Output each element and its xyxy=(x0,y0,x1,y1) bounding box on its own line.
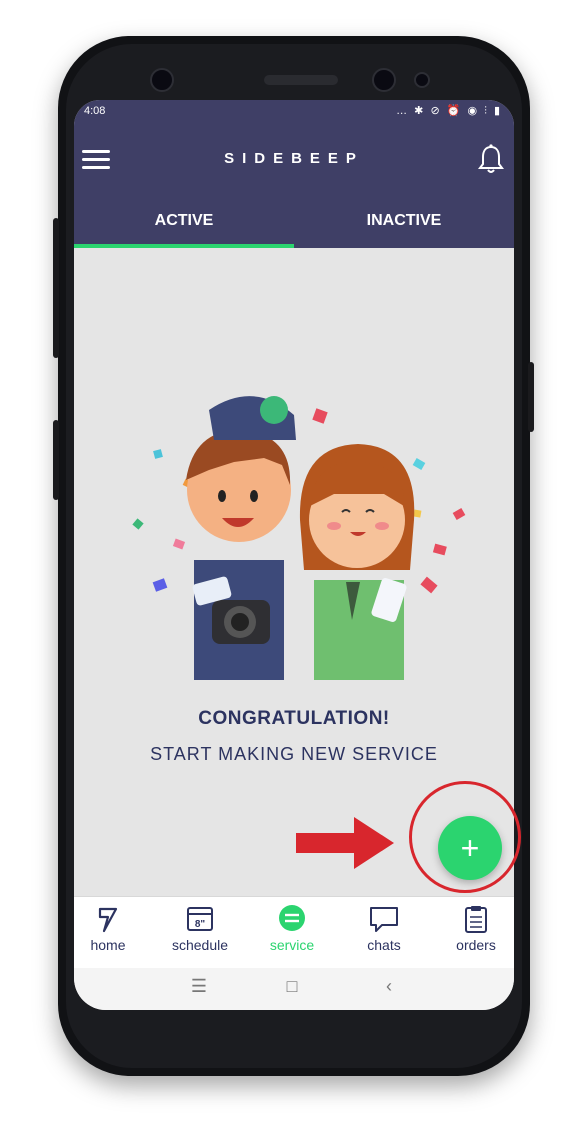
status-time: 4:08 xyxy=(84,105,106,117)
bottom-navigation: home 8" schedule service chats orders xyxy=(74,896,514,969)
nav-schedule-label: schedule xyxy=(171,937,229,953)
home-square-icon[interactable]: □ xyxy=(277,976,307,1000)
iris-sensor-icon xyxy=(414,72,430,88)
tab-inactive[interactable]: INACTIVE xyxy=(294,212,514,230)
bell-icon[interactable] xyxy=(478,144,504,174)
highlight-circle-annotation xyxy=(409,781,521,893)
bixby-button xyxy=(53,420,59,500)
active-tab-indicator xyxy=(74,244,294,248)
nav-service[interactable]: service xyxy=(248,905,336,953)
earpiece-speaker xyxy=(264,75,338,85)
tab-active[interactable]: ACTIVE xyxy=(74,212,294,230)
nav-home[interactable]: home xyxy=(74,905,152,953)
status-bar: 4:08 … ✱ ⊘ ⏰ ◉ ⫶ ▮ xyxy=(74,100,514,124)
front-camera-icon xyxy=(372,68,396,92)
sidebeep-logo-icon xyxy=(98,907,118,933)
nav-service-label: service xyxy=(269,937,315,953)
sensor-icon xyxy=(150,68,174,92)
recents-icon[interactable]: ☰ xyxy=(184,976,214,1000)
empty-state-title: CONGRATULATION! xyxy=(198,708,390,729)
chat-bubble-icon xyxy=(370,907,398,932)
back-icon[interactable]: ‹ xyxy=(374,976,404,1000)
nav-orders[interactable]: orders xyxy=(432,905,514,953)
app-title: SIDEBEEP xyxy=(224,150,364,167)
calendar-day-text: 8" xyxy=(195,919,206,930)
service-icon xyxy=(279,905,305,931)
app-header: SIDEBEEP ACTIVE INACTIVE xyxy=(74,124,514,248)
red-arrow-annotation xyxy=(296,817,394,869)
nav-schedule[interactable]: 8" schedule xyxy=(156,905,244,953)
nav-chats-label: chats xyxy=(367,937,401,953)
empty-state-subtitle: START MAKING NEW SERVICE xyxy=(150,744,438,764)
congratulation-illustration xyxy=(132,396,466,680)
system-navigation-bar: ☰ □ ‹ xyxy=(74,968,514,1010)
power-button xyxy=(528,362,534,432)
status-icons: … ✱ ⊘ ⏰ ◉ ⫶ ▮ xyxy=(396,105,502,117)
volume-button xyxy=(53,218,59,358)
nav-chats[interactable]: chats xyxy=(340,905,428,953)
nav-home-label: home xyxy=(90,937,126,953)
nav-orders-label: orders xyxy=(456,937,496,953)
calendar-icon: 8" xyxy=(187,907,213,931)
clipboard-icon xyxy=(465,906,487,933)
